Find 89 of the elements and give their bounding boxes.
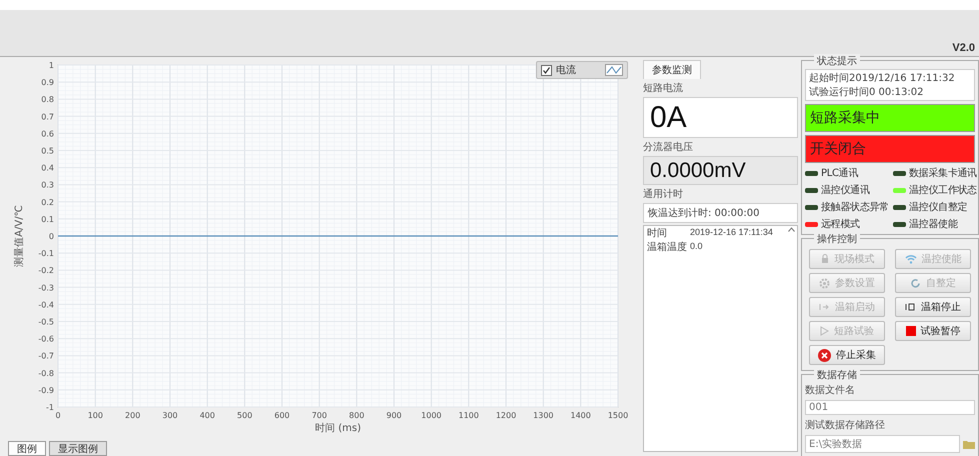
chart-tab[interactable]: 图例 bbox=[8, 441, 46, 456]
info-line: 起始时间2019/12/16 17:11:32 bbox=[809, 72, 956, 85]
x-tick-label: 1000 bbox=[421, 411, 442, 420]
group-title: 操作控制 bbox=[814, 232, 860, 246]
table-cell-text: 时间 bbox=[646, 226, 668, 240]
lock-icon bbox=[820, 254, 830, 264]
refresh-icon bbox=[910, 278, 921, 288]
wifi-icon bbox=[904, 254, 916, 264]
y-tick-label: -0.9 bbox=[38, 386, 54, 395]
control-button[interactable]: 温箱停止 bbox=[895, 297, 971, 317]
y-tick-label: -0.2 bbox=[38, 266, 54, 276]
table-cell-text: 0.0 bbox=[690, 240, 704, 254]
play-icon bbox=[820, 326, 829, 336]
gear-icon bbox=[819, 278, 830, 288]
x-tick-label: 1300 bbox=[533, 411, 554, 420]
stop-square-icon bbox=[906, 326, 916, 336]
y-tick-label: 0.3 bbox=[41, 180, 54, 190]
y-tick-label: 0.6 bbox=[41, 129, 54, 138]
info-line: 试验运行时间0 00:13:02 bbox=[809, 86, 924, 99]
field-label: 测试数据存储路径 bbox=[805, 418, 886, 432]
led-label: 温控仪工作状态 bbox=[909, 184, 977, 197]
x-tick-label: 500 bbox=[237, 411, 252, 420]
field-label: 数据文件名 bbox=[805, 384, 856, 397]
stop-icon bbox=[905, 302, 916, 312]
y-tick-label: 0.1 bbox=[41, 214, 54, 224]
y-tick-label: -1 bbox=[46, 403, 54, 412]
legend-checkbox[interactable] bbox=[541, 64, 552, 76]
led-label: 温控仪通讯 bbox=[821, 184, 870, 197]
scroll-up-icon[interactable] bbox=[788, 227, 795, 232]
table-cell-text: 温箱温度 bbox=[646, 240, 688, 254]
control-button[interactable]: 试验暂停 bbox=[895, 321, 971, 341]
y-tick-label: -0.7 bbox=[38, 352, 54, 361]
x-tick-label: 900 bbox=[386, 411, 402, 420]
group-title: 数据存储 bbox=[814, 368, 860, 382]
y-axis-label: 测量值A/V/℃ bbox=[14, 205, 25, 267]
x-tick-label: 400 bbox=[200, 411, 215, 420]
start-icon bbox=[819, 302, 830, 312]
led-label: PLC通讯 bbox=[821, 166, 858, 180]
x-tick-label: 800 bbox=[349, 411, 364, 420]
y-tick-label: -0.6 bbox=[38, 334, 54, 344]
cancel-icon bbox=[818, 348, 831, 362]
control-button[interactable]: 停止采集 bbox=[809, 345, 885, 365]
field-label: 分流器电压 bbox=[643, 140, 694, 154]
panel-tab[interactable]: 参数监测 bbox=[643, 60, 701, 79]
x-axis-label: 时间 (ms) bbox=[315, 423, 361, 434]
x-tick-label: 1100 bbox=[458, 411, 479, 420]
y-tick-label: -0.3 bbox=[38, 283, 54, 292]
y-tick-label: 0.7 bbox=[41, 112, 54, 122]
file-name-field[interactable]: 001 bbox=[805, 400, 975, 415]
path-field[interactable]: E:\实验数据 bbox=[805, 435, 960, 453]
x-tick-label: 700 bbox=[312, 411, 327, 420]
version-label: V2.0 bbox=[952, 42, 975, 54]
field-label: 短路电流 bbox=[643, 82, 684, 95]
timer-field: 恢温达到计时: 00:00:00 bbox=[643, 203, 798, 224]
x-tick-label: 300 bbox=[162, 411, 178, 420]
x-tick-label: 1200 bbox=[496, 411, 516, 420]
led-label: 温控仪自整定 bbox=[909, 200, 968, 214]
led-label: 数据采集卡通讯 bbox=[909, 166, 977, 180]
y-tick-label: -0.5 bbox=[38, 318, 54, 326]
led-label: 远程模式 bbox=[821, 218, 860, 231]
y-tick-label: 0.2 bbox=[41, 198, 54, 207]
x-tick-label: 1400 bbox=[570, 411, 591, 420]
voltage-display: 0.0000mV bbox=[643, 156, 798, 186]
y-tick-label: 0 bbox=[48, 232, 54, 241]
y-tick-label: 0.5 bbox=[41, 146, 54, 156]
x-tick-label: 100 bbox=[88, 411, 103, 420]
y-tick-label: -0.8 bbox=[38, 368, 54, 378]
y-tick-label: 0.4 bbox=[41, 164, 54, 173]
x-tick-label: 200 bbox=[125, 411, 140, 420]
chart-tab[interactable]: 显示图例 bbox=[49, 441, 107, 456]
status-banner: 开关闭合 bbox=[805, 135, 975, 163]
led-label: 温控器使能 bbox=[909, 218, 958, 231]
x-tick-label: 1500 bbox=[608, 411, 628, 420]
plot-legend[interactable]: 电流 bbox=[536, 61, 628, 79]
y-tick-label: 0.8 bbox=[41, 95, 54, 104]
y-tick-label: -0.1 bbox=[38, 249, 54, 258]
y-tick-label: 0.9 bbox=[41, 78, 54, 88]
led-label: 接触器状态异常 bbox=[821, 200, 889, 214]
table-cell-text: 2019-12-16 17:11:34 bbox=[690, 226, 774, 240]
y-tick-label: 1 bbox=[48, 61, 54, 70]
field-label: 通用计时 bbox=[643, 188, 684, 202]
current-display: 0A bbox=[643, 97, 798, 138]
legend-label: 电流 bbox=[556, 64, 577, 77]
line-style-icon bbox=[605, 64, 623, 76]
status-banner: 短路采集中 bbox=[805, 104, 975, 132]
y-tick-label: -0.4 bbox=[38, 300, 54, 310]
x-tick-label: 0 bbox=[55, 411, 61, 420]
group-title: 状态提示 bbox=[814, 54, 860, 68]
x-tick-label: 600 bbox=[274, 411, 290, 420]
